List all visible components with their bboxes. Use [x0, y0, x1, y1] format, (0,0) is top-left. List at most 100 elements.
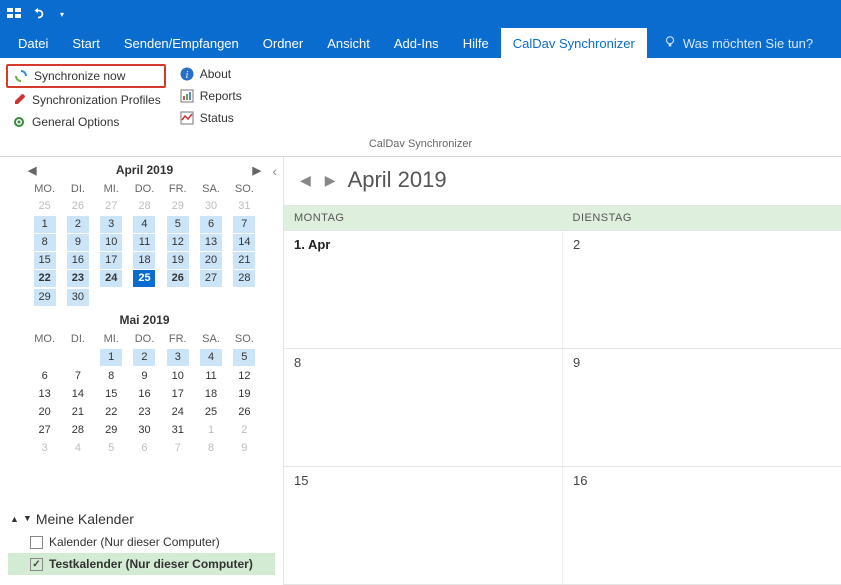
- minical-day[interactable]: 18: [194, 385, 227, 403]
- minical-day[interactable]: 4: [194, 347, 227, 367]
- minical-day[interactable]: 22: [95, 403, 128, 421]
- minical-day[interactable]: 25: [28, 197, 61, 215]
- minical-day[interactable]: 30: [128, 421, 161, 439]
- minical-day[interactable]: 6: [194, 215, 227, 233]
- minical-day[interactable]: 18: [128, 251, 161, 269]
- minical-day[interactable]: 6: [28, 367, 61, 385]
- checkbox-icon[interactable]: ✓: [30, 558, 43, 571]
- minical-day[interactable]: 26: [61, 197, 94, 215]
- minical-day[interactable]: 12: [228, 367, 261, 385]
- calendar-list-item[interactable]: Kalender (Nur dieser Computer): [8, 531, 275, 553]
- minical-day[interactable]: 9: [61, 233, 94, 251]
- minical-day[interactable]: 12: [161, 233, 194, 251]
- day-cell[interactable]: 16: [563, 467, 841, 584]
- minical-day[interactable]: 25: [128, 269, 161, 287]
- minical-day[interactable]: 30: [194, 197, 227, 215]
- collapse-sidebar-icon[interactable]: ‹: [272, 163, 277, 179]
- minical-day[interactable]: 25: [194, 403, 227, 421]
- minical-day[interactable]: 20: [194, 251, 227, 269]
- tab-caldav-synchronizer[interactable]: CalDav Synchronizer: [501, 28, 647, 58]
- minical-day[interactable]: 10: [161, 367, 194, 385]
- minical-day[interactable]: 7: [61, 367, 94, 385]
- minical-day[interactable]: 21: [61, 403, 94, 421]
- minical-day[interactable]: 29: [95, 421, 128, 439]
- minical-day[interactable]: 1: [28, 215, 61, 233]
- minical-day[interactable]: 11: [194, 367, 227, 385]
- minical-day[interactable]: 31: [161, 421, 194, 439]
- minical-day[interactable]: 16: [128, 385, 161, 403]
- checkbox-icon[interactable]: [30, 536, 43, 549]
- calendar-group-header[interactable]: ▲ ▲ Meine Kalender: [8, 507, 275, 531]
- minical-day[interactable]: 27: [194, 269, 227, 287]
- minical-prev-icon[interactable]: ◀: [28, 164, 36, 177]
- minical-day[interactable]: 19: [228, 385, 261, 403]
- reports-button[interactable]: Reports: [174, 86, 247, 106]
- next-period-icon[interactable]: ▶: [323, 172, 338, 189]
- minical-day[interactable]: 5: [161, 215, 194, 233]
- minical-day[interactable]: 31: [228, 197, 261, 215]
- minical-day[interactable]: 2: [61, 215, 94, 233]
- minical-day[interactable]: 28: [128, 197, 161, 215]
- undo-icon[interactable]: [30, 6, 46, 22]
- minical-day[interactable]: 28: [61, 421, 94, 439]
- tell-me-search[interactable]: Was möchten Sie tun?: [647, 28, 813, 58]
- minical-day[interactable]: 7: [228, 215, 261, 233]
- tab-senden-empfangen[interactable]: Senden/Empfangen: [112, 28, 251, 58]
- minical-day[interactable]: 24: [95, 269, 128, 287]
- minical-day[interactable]: 19: [161, 251, 194, 269]
- tab-ansicht[interactable]: Ansicht: [315, 28, 382, 58]
- minical-day[interactable]: 4: [128, 215, 161, 233]
- minical-day[interactable]: 27: [28, 421, 61, 439]
- minical-day[interactable]: 14: [61, 385, 94, 403]
- minical-day[interactable]: 3: [161, 347, 194, 367]
- tab-datei[interactable]: Datei: [6, 28, 60, 58]
- synchronize-now-button[interactable]: Synchronize now: [6, 64, 166, 88]
- minical-day[interactable]: 17: [161, 385, 194, 403]
- minical-day[interactable]: 8: [28, 233, 61, 251]
- minical-day[interactable]: 9: [228, 439, 261, 457]
- minical-day[interactable]: 16: [61, 251, 94, 269]
- minical-day[interactable]: 11: [128, 233, 161, 251]
- minical-day[interactable]: 23: [128, 403, 161, 421]
- minical-day[interactable]: 17: [95, 251, 128, 269]
- minical-day[interactable]: 10: [95, 233, 128, 251]
- about-button[interactable]: i About: [174, 64, 247, 84]
- minical-day[interactable]: 28: [228, 269, 261, 287]
- minical-day[interactable]: 9: [128, 367, 161, 385]
- day-cell[interactable]: 1. Apr: [284, 231, 563, 348]
- minical-day[interactable]: 3: [95, 215, 128, 233]
- day-cell[interactable]: 8: [284, 349, 563, 466]
- minical-day[interactable]: 27: [95, 197, 128, 215]
- minical-day[interactable]: 29: [28, 287, 61, 307]
- minical-day[interactable]: 1: [194, 421, 227, 439]
- minical-day[interactable]: 13: [194, 233, 227, 251]
- minical-day[interactable]: 29: [161, 197, 194, 215]
- tab-ordner[interactable]: Ordner: [251, 28, 315, 58]
- day-cell[interactable]: 15: [284, 467, 563, 584]
- minical-day[interactable]: 21: [228, 251, 261, 269]
- minical-day[interactable]: 23: [61, 269, 94, 287]
- minical-next-icon[interactable]: ▶: [253, 164, 261, 177]
- minical-day[interactable]: 2: [228, 421, 261, 439]
- minical-day[interactable]: 5: [95, 439, 128, 457]
- tab-hilfe[interactable]: Hilfe: [451, 28, 501, 58]
- general-options-button[interactable]: General Options: [6, 112, 166, 132]
- synchronization-profiles-button[interactable]: Synchronization Profiles: [6, 90, 166, 110]
- minical-day[interactable]: 30: [61, 287, 94, 307]
- minical-day[interactable]: 3: [28, 439, 61, 457]
- minical-day[interactable]: 8: [95, 367, 128, 385]
- minical-day[interactable]: 22: [28, 269, 61, 287]
- minical-day[interactable]: 26: [161, 269, 194, 287]
- minical-day[interactable]: 15: [28, 251, 61, 269]
- minical-day[interactable]: 13: [28, 385, 61, 403]
- calendar-list-item[interactable]: ✓Testkalender (Nur dieser Computer): [8, 553, 275, 575]
- minical-day[interactable]: 4: [61, 439, 94, 457]
- minical-day[interactable]: 6: [128, 439, 161, 457]
- day-cell[interactable]: 9: [563, 349, 841, 466]
- qat-dropdown-icon[interactable]: ▾: [54, 6, 70, 22]
- minical-day[interactable]: 5: [228, 347, 261, 367]
- prev-period-icon[interactable]: ◀: [298, 172, 313, 189]
- day-cell[interactable]: 2: [563, 231, 841, 348]
- status-button[interactable]: Status: [174, 108, 247, 128]
- minical-day[interactable]: 15: [95, 385, 128, 403]
